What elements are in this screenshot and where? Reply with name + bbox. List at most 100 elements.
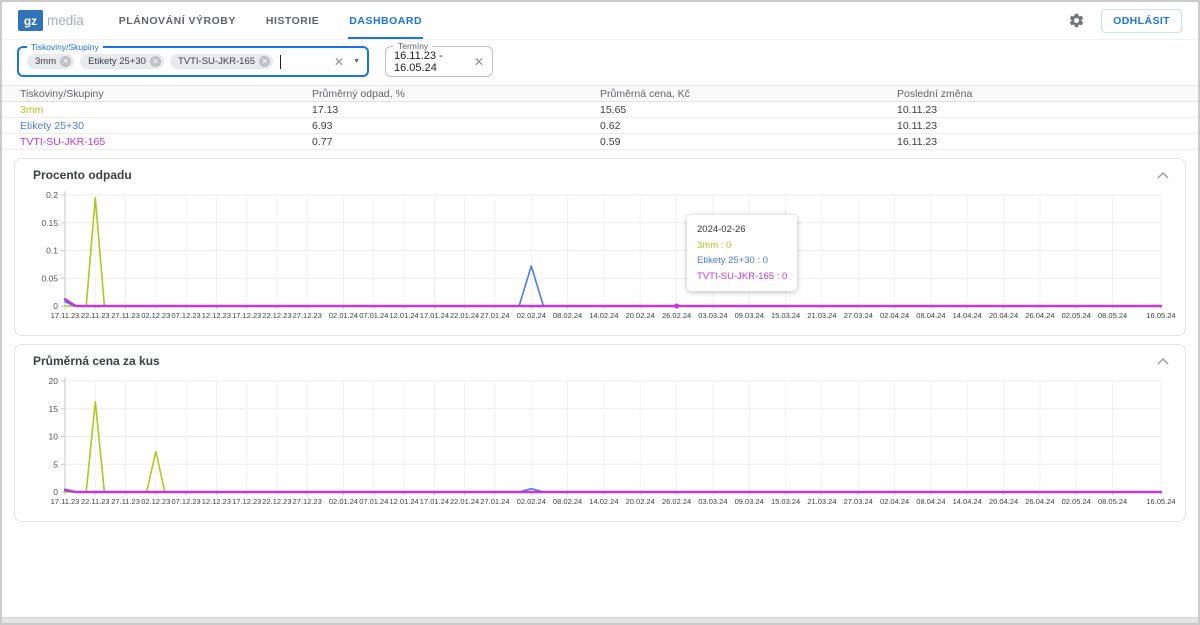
chip-remove-icon[interactable]: ✕ — [60, 56, 71, 67]
text-caret — [280, 55, 281, 69]
date-range-value: 16.11.23 - 16.05.24 — [394, 50, 474, 74]
row-name[interactable]: 3mm — [2, 104, 312, 116]
clear-selection-icon[interactable]: ✕ — [334, 56, 344, 68]
x-tick-label: 07.01.24 — [359, 311, 388, 320]
x-tick-label: 02.02.24 — [517, 311, 546, 320]
x-tick-label: 09.03.24 — [735, 497, 764, 506]
tab-historie[interactable]: HISTORIE — [265, 2, 320, 39]
series-line-3mm — [65, 402, 1161, 493]
chip-label: Etikety 25+30 — [88, 56, 146, 67]
x-tick-label: 20.02.24 — [626, 497, 655, 506]
tab-pl-nov-n-v-roby[interactable]: PLÁNOVÁNÍ VÝROBY — [118, 2, 237, 39]
logout-button[interactable]: ODHLÁSIT — [1101, 9, 1182, 33]
x-tick-label: 26.02.24 — [662, 497, 691, 506]
x-tick-label: 02.01.24 — [329, 497, 358, 506]
x-tick-label: 20.04.24 — [989, 497, 1018, 506]
groups-multiselect[interactable]: Tiskoviny/Skupiny 3mm✕Etikety 25+30✕TVTI… — [17, 46, 369, 77]
x-tick-label: 27.01.24 — [480, 497, 509, 506]
tab-dashboard[interactable]: DASHBOARD — [348, 2, 423, 39]
x-tick-label: 02.12.23 — [141, 497, 170, 506]
x-tick-label: 26.04.24 — [1025, 311, 1054, 320]
row-waste: 17.13 — [312, 104, 600, 116]
chip-3mm[interactable]: 3mm ✕ — [27, 54, 74, 69]
x-tick-label: 12.01.24 — [389, 311, 418, 320]
x-tick-label: 16.05.24 — [1146, 497, 1175, 506]
row-price: 0.62 — [600, 120, 897, 132]
x-tick-label: 09.03.24 — [735, 311, 764, 320]
price-chart-title: Průměrná cena za kus — [33, 354, 160, 368]
series-line-3mm — [65, 198, 1161, 306]
chip-label: 3mm — [35, 56, 56, 67]
column-header-pr-m-rn-odpad: Průměrný odpad, % — [312, 88, 600, 100]
row-price: 15.65 — [600, 104, 897, 116]
collapse-chevron-icon[interactable] — [1157, 172, 1169, 179]
chip-remove-icon[interactable]: ✕ — [150, 56, 161, 67]
x-tick-label: 17.11.23 — [51, 497, 80, 506]
row-changed: 16.11.23 — [897, 136, 1198, 148]
date-range-field[interactable]: Termíny 16.11.23 - 16.05.24 ✕ — [385, 46, 493, 77]
x-tick-label: 14.04.24 — [953, 497, 982, 506]
row-changed: 10.11.23 — [897, 120, 1198, 132]
dates-field-label: Termíny — [394, 42, 432, 51]
x-tick-label: 12.12.23 — [202, 311, 231, 320]
x-tick-label: 15.03.24 — [771, 311, 800, 320]
price-line-chart[interactable]: 0510152017.11.2322.11.2327.11.2302.12.23… — [21, 371, 1177, 519]
settings-gear-icon[interactable] — [1068, 12, 1085, 29]
price-panel-header: Průměrná cena za kus — [21, 351, 1179, 371]
x-tick-label: 08.02.24 — [553, 497, 582, 506]
x-tick-label: 20.04.24 — [989, 311, 1018, 320]
x-tick-label: 20.02.24 — [626, 311, 655, 320]
x-tick-label: 22.12.23 — [262, 311, 291, 320]
x-tick-label: 12.01.24 — [389, 497, 418, 506]
chip-etikety-25-30[interactable]: Etikety 25+30 ✕ — [80, 54, 164, 69]
y-tick-label: 0 — [53, 301, 58, 311]
x-tick-label: 14.04.24 — [953, 311, 982, 320]
x-tick-label: 14.02.24 — [589, 497, 618, 506]
column-header-posledn-zm-na: Poslední změna — [897, 88, 1198, 100]
x-tick-label: 03.03.24 — [698, 311, 727, 320]
y-tick-label: 0.15 — [41, 218, 58, 228]
table-row-tvti-su-jkr-165: TVTI-SU-JKR-1650.770.5916.11.23 — [2, 134, 1198, 150]
chip-tvti-su-jkr-165[interactable]: TVTI-SU-JKR-165✕ — [170, 54, 273, 69]
x-tick-label: 27.12.23 — [293, 311, 322, 320]
x-tick-label: 17.12.23 — [232, 497, 261, 506]
main-tabs: PLÁNOVÁNÍ VÝROBY HISTORIE DASHBOARD — [118, 2, 423, 39]
x-tick-label: 27.12.23 — [293, 497, 322, 506]
collapse-chevron-icon[interactable] — [1157, 358, 1169, 365]
clear-dates-icon[interactable]: ✕ — [474, 56, 484, 68]
x-tick-label: 17.01.24 — [420, 497, 449, 506]
x-tick-label: 02.05.24 — [1062, 497, 1091, 506]
x-tick-label: 26.02.24 — [662, 311, 691, 320]
filter-row: Tiskoviny/Skupiny 3mm✕Etikety 25+30✕TVTI… — [17, 46, 1198, 77]
selected-chips: 3mm✕Etikety 25+30✕TVTI-SU-JKR-165✕ — [27, 54, 279, 69]
dropdown-arrow-icon[interactable]: ▼ — [353, 58, 360, 65]
topbar-right: ODHLÁSIT — [1068, 9, 1182, 33]
table-header-row: Tiskoviny/SkupinyPrůměrný odpad, %Průměr… — [2, 86, 1198, 102]
waste-chart-panel: Procento odpadu 00.050.10.150.217.11.232… — [14, 158, 1186, 336]
x-tick-label: 27.03.24 — [844, 497, 873, 506]
x-tick-label: 08.05.24 — [1098, 497, 1127, 506]
y-tick-label: 20 — [49, 376, 59, 386]
waste-line-chart[interactable]: 00.050.10.150.217.11.2322.11.2327.11.230… — [21, 185, 1177, 333]
row-name[interactable]: TVTI-SU-JKR-165 — [2, 136, 312, 148]
x-tick-label: 02.12.23 — [141, 311, 170, 320]
column-header-pr-m-rn-cena-k: Průměrná cena, Kč — [600, 88, 897, 100]
row-price: 0.59 — [600, 136, 897, 148]
series-line-etikety-25-30 — [65, 266, 1161, 306]
x-tick-label: 26.04.24 — [1025, 497, 1054, 506]
price-chart-panel: Průměrná cena za kus 0510152017.11.2322.… — [14, 344, 1186, 522]
row-waste: 0.77 — [312, 136, 600, 148]
waste-panel-header: Procento odpadu — [21, 165, 1179, 185]
logo-text: media — [47, 13, 84, 28]
x-tick-label: 17.12.23 — [232, 311, 261, 320]
series-line-tvti-su-jkr-165 — [65, 490, 1161, 492]
summary-table: Tiskoviny/SkupinyPrůměrný odpad, %Průměr… — [2, 85, 1198, 150]
x-tick-label: 27.01.24 — [480, 311, 509, 320]
y-tick-label: 5 — [53, 459, 58, 469]
x-tick-label: 08.02.24 — [553, 311, 582, 320]
x-tick-label: 16.05.24 — [1146, 311, 1175, 320]
top-bar: gz media PLÁNOVÁNÍ VÝROBYHISTORIEDASHBOA… — [2, 2, 1198, 40]
chip-remove-icon[interactable]: ✕ — [259, 56, 270, 67]
x-tick-label: 15.03.24 — [771, 497, 800, 506]
row-name[interactable]: Etikety 25+30 — [2, 120, 312, 132]
